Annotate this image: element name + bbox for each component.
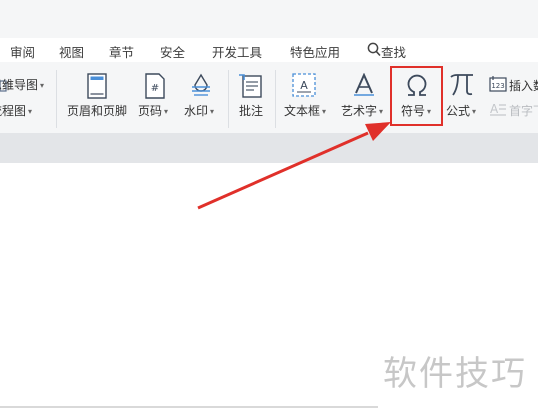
watermark-text: 软件技巧 [383, 354, 527, 394]
